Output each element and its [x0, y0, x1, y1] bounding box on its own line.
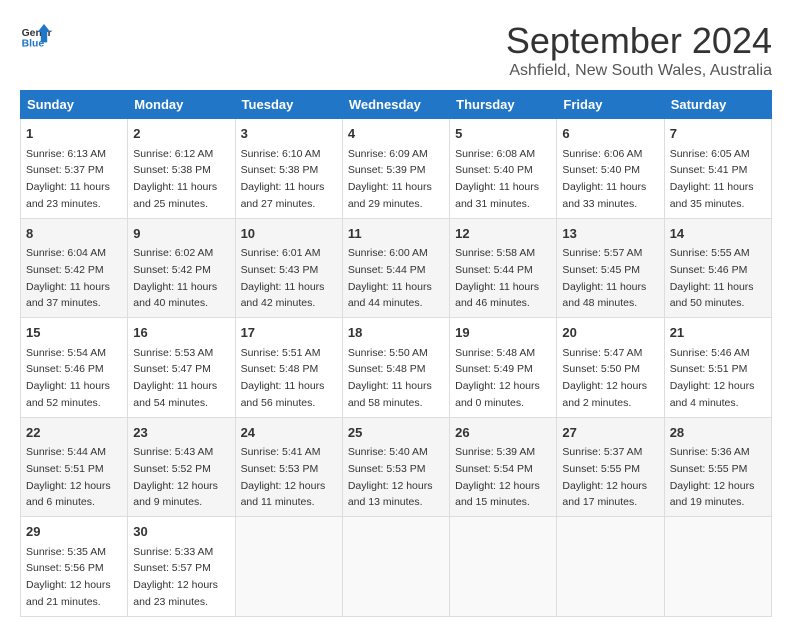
- week-row-1: 8Sunrise: 6:04 AMSunset: 5:42 PMDaylight…: [21, 218, 772, 318]
- cell-25: 25Sunrise: 5:40 AMSunset: 5:53 PMDayligh…: [342, 417, 449, 517]
- cell-16: 16Sunrise: 5:53 AMSunset: 5:47 PMDayligh…: [128, 318, 235, 418]
- cell-27: 27Sunrise: 5:37 AMSunset: 5:55 PMDayligh…: [557, 417, 664, 517]
- col-monday: Monday: [128, 91, 235, 119]
- cell-12: 12Sunrise: 5:58 AMSunset: 5:44 PMDayligh…: [450, 218, 557, 318]
- month-title: September 2024: [506, 20, 772, 62]
- cell-7: 7Sunrise: 6:05 AMSunset: 5:41 PMDaylight…: [664, 119, 771, 219]
- cell-24: 24Sunrise: 5:41 AMSunset: 5:53 PMDayligh…: [235, 417, 342, 517]
- calendar-table: Sunday Monday Tuesday Wednesday Thursday…: [20, 90, 772, 617]
- header-row: Sunday Monday Tuesday Wednesday Thursday…: [21, 91, 772, 119]
- cell-23: 23Sunrise: 5:43 AMSunset: 5:52 PMDayligh…: [128, 417, 235, 517]
- week-row-0: 1Sunrise: 6:13 AMSunset: 5:37 PMDaylight…: [21, 119, 772, 219]
- cell-6: 6Sunrise: 6:06 AMSunset: 5:40 PMDaylight…: [557, 119, 664, 219]
- cell-28: 28Sunrise: 5:36 AMSunset: 5:55 PMDayligh…: [664, 417, 771, 517]
- header: General Blue September 2024 Ashfield, Ne…: [20, 20, 772, 80]
- cell-18: 18Sunrise: 5:50 AMSunset: 5:48 PMDayligh…: [342, 318, 449, 418]
- col-friday: Friday: [557, 91, 664, 119]
- week-row-2: 15Sunrise: 5:54 AMSunset: 5:46 PMDayligh…: [21, 318, 772, 418]
- cell-empty-w4c6: [664, 517, 771, 617]
- cell-13: 13Sunrise: 5:57 AMSunset: 5:45 PMDayligh…: [557, 218, 664, 318]
- cell-29: 29Sunrise: 5:35 AMSunset: 5:56 PMDayligh…: [21, 517, 128, 617]
- col-wednesday: Wednesday: [342, 91, 449, 119]
- cell-4: 4Sunrise: 6:09 AMSunset: 5:39 PMDaylight…: [342, 119, 449, 219]
- cell-26: 26Sunrise: 5:39 AMSunset: 5:54 PMDayligh…: [450, 417, 557, 517]
- cell-10: 10Sunrise: 6:01 AMSunset: 5:43 PMDayligh…: [235, 218, 342, 318]
- cell-14: 14Sunrise: 5:55 AMSunset: 5:46 PMDayligh…: [664, 218, 771, 318]
- week-row-3: 22Sunrise: 5:44 AMSunset: 5:51 PMDayligh…: [21, 417, 772, 517]
- cell-30: 30Sunrise: 5:33 AMSunset: 5:57 PMDayligh…: [128, 517, 235, 617]
- cell-8: 8Sunrise: 6:04 AMSunset: 5:42 PMDaylight…: [21, 218, 128, 318]
- cell-empty-w4c4: [450, 517, 557, 617]
- cell-2: 2Sunrise: 6:12 AMSunset: 5:38 PMDaylight…: [128, 119, 235, 219]
- cell-empty-w4c3: [342, 517, 449, 617]
- cell-17: 17Sunrise: 5:51 AMSunset: 5:48 PMDayligh…: [235, 318, 342, 418]
- logo: General Blue: [20, 20, 52, 52]
- location-subtitle: Ashfield, New South Wales, Australia: [506, 62, 772, 80]
- cell-empty-w4c5: [557, 517, 664, 617]
- cell-19: 19Sunrise: 5:48 AMSunset: 5:49 PMDayligh…: [450, 318, 557, 418]
- cell-1: 1Sunrise: 6:13 AMSunset: 5:37 PMDaylight…: [21, 119, 128, 219]
- cell-15: 15Sunrise: 5:54 AMSunset: 5:46 PMDayligh…: [21, 318, 128, 418]
- cell-5: 5Sunrise: 6:08 AMSunset: 5:40 PMDaylight…: [450, 119, 557, 219]
- cell-22: 22Sunrise: 5:44 AMSunset: 5:51 PMDayligh…: [21, 417, 128, 517]
- col-thursday: Thursday: [450, 91, 557, 119]
- cell-11: 11Sunrise: 6:00 AMSunset: 5:44 PMDayligh…: [342, 218, 449, 318]
- title-area: September 2024 Ashfield, New South Wales…: [506, 20, 772, 80]
- cell-3: 3Sunrise: 6:10 AMSunset: 5:38 PMDaylight…: [235, 119, 342, 219]
- week-row-4: 29Sunrise: 5:35 AMSunset: 5:56 PMDayligh…: [21, 517, 772, 617]
- cell-20: 20Sunrise: 5:47 AMSunset: 5:50 PMDayligh…: [557, 318, 664, 418]
- logo-icon: General Blue: [20, 20, 52, 52]
- cell-21: 21Sunrise: 5:46 AMSunset: 5:51 PMDayligh…: [664, 318, 771, 418]
- col-tuesday: Tuesday: [235, 91, 342, 119]
- cell-9: 9Sunrise: 6:02 AMSunset: 5:42 PMDaylight…: [128, 218, 235, 318]
- cell-empty-w4c2: [235, 517, 342, 617]
- col-saturday: Saturday: [664, 91, 771, 119]
- col-sunday: Sunday: [21, 91, 128, 119]
